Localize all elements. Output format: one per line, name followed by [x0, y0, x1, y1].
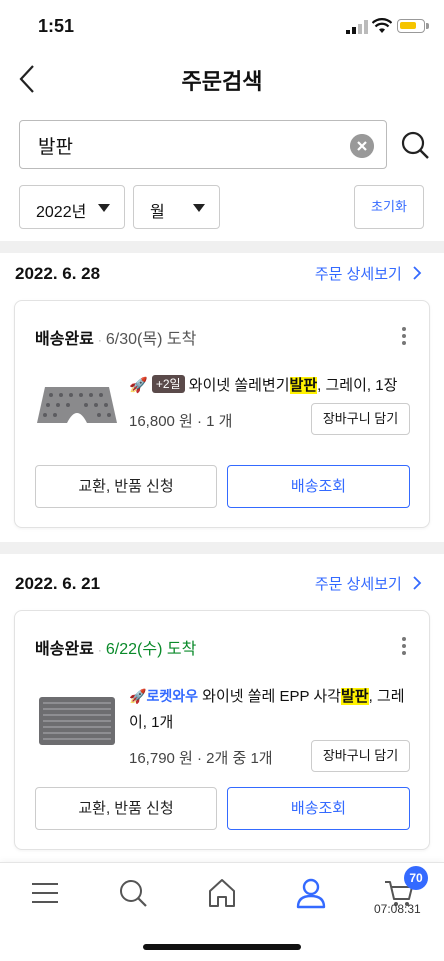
- delivery-status: 배송완료 · 6/30(목) 도착: [35, 331, 197, 348]
- search-input[interactable]: [38, 131, 338, 159]
- order-date: 2022. 6. 21: [15, 574, 101, 593]
- home-indicator[interactable]: [143, 944, 301, 950]
- exchange-return-button[interactable]: 교환, 반품 신청: [35, 465, 217, 508]
- search-highlight: 발판: [341, 688, 369, 705]
- chevron-right-icon: [413, 576, 422, 590]
- year-select-label: 2022년: [36, 204, 87, 221]
- product-name[interactable]: 🚀로켓와우 와이넷 쏠레 EPP 사각발판, 그레이, 1개: [129, 683, 419, 736]
- year-select[interactable]: 2022년: [19, 185, 125, 229]
- rocket-wow-badge: 🚀로켓와우: [129, 688, 198, 704]
- add-to-cart-button[interactable]: 장바구니 담기: [311, 403, 410, 435]
- delivery-status-label: 배송완료: [35, 641, 94, 658]
- product-price: 16,800 원 · 1 개: [129, 413, 233, 430]
- cart-count-badge: 70: [404, 866, 428, 890]
- more-options-icon[interactable]: [401, 637, 407, 657]
- delivery-status-label: 배송완료: [35, 331, 94, 348]
- reset-button[interactable]: 초기화: [354, 185, 424, 229]
- order-detail-label: 주문 상세보기: [314, 266, 402, 283]
- cellular-signal-icon: [346, 20, 368, 34]
- delivery-badge: +2일: [151, 375, 185, 393]
- chevron-down-icon: [193, 204, 205, 212]
- page-header: 주문검색: [0, 52, 444, 106]
- section-divider: [0, 241, 444, 253]
- search-icon[interactable]: [117, 877, 149, 909]
- product-image[interactable]: [35, 695, 119, 747]
- chevron-right-icon: [413, 266, 422, 280]
- track-delivery-button[interactable]: 배송조회: [227, 465, 410, 508]
- more-options-icon[interactable]: [401, 327, 407, 347]
- status-bar: 1:51: [0, 0, 444, 52]
- section-divider: [0, 542, 444, 554]
- order-detail-link[interactable]: 주문 상세보기: [315, 263, 422, 284]
- order-date: 2022. 6. 28: [15, 264, 101, 283]
- page-title: 주문검색: [181, 69, 263, 94]
- order-detail-label: 주문 상세보기: [314, 576, 402, 593]
- wifi-icon: [372, 18, 392, 33]
- month-select[interactable]: 월: [133, 185, 220, 229]
- search-highlight: 발판: [289, 377, 318, 394]
- product-name-prefix: 와이넷 쏠레 EPP 사각: [202, 688, 341, 705]
- menu-icon[interactable]: [29, 877, 61, 909]
- product-name-prefix: 와이넷 쏠레변기: [188, 377, 290, 394]
- order-card: 배송완료 · 6/30(목) 도착 🚀 +2일 와이넷 쏠레변기발판, 그레이, 1…: [14, 300, 430, 528]
- chevron-down-icon: [98, 204, 110, 212]
- clock-text: 07:08:31: [374, 902, 421, 916]
- product-name-suffix: , 그레이, 1장: [317, 377, 398, 394]
- rocket-icon: 🚀: [129, 377, 148, 394]
- product-image[interactable]: [35, 383, 119, 427]
- arrival-date: 6/30(목) 도착: [105, 331, 197, 348]
- order-card: 배송완료 · 6/22(수) 도착 🚀로켓와우 와이넷 쏠레 EPP 사각발판, 그…: [14, 610, 430, 850]
- my-account-icon[interactable]: [295, 877, 327, 909]
- order-detail-link[interactable]: 주문 상세보기: [315, 573, 422, 594]
- status-time: 1:51: [38, 16, 75, 36]
- battery-icon: [397, 19, 429, 33]
- product-price: 16,790 원 · 2개 중 1개: [129, 750, 273, 767]
- clear-search-icon[interactable]: [350, 134, 374, 158]
- exchange-return-button[interactable]: 교환, 반품 신청: [35, 787, 217, 830]
- home-icon[interactable]: [206, 877, 238, 909]
- delivery-status: 배송완료 · 6/22(수) 도착: [35, 641, 197, 658]
- add-to-cart-button[interactable]: 장바구니 담기: [311, 740, 410, 772]
- product-name[interactable]: 🚀 +2일 와이넷 쏠레변기발판, 그레이, 1장: [129, 373, 419, 399]
- arrival-date: 6/22(수) 도착: [105, 641, 197, 658]
- month-select-label: 월: [150, 204, 165, 221]
- track-delivery-button[interactable]: 배송조회: [227, 787, 410, 830]
- search-icon[interactable]: [400, 130, 430, 160]
- search-box: [19, 120, 387, 169]
